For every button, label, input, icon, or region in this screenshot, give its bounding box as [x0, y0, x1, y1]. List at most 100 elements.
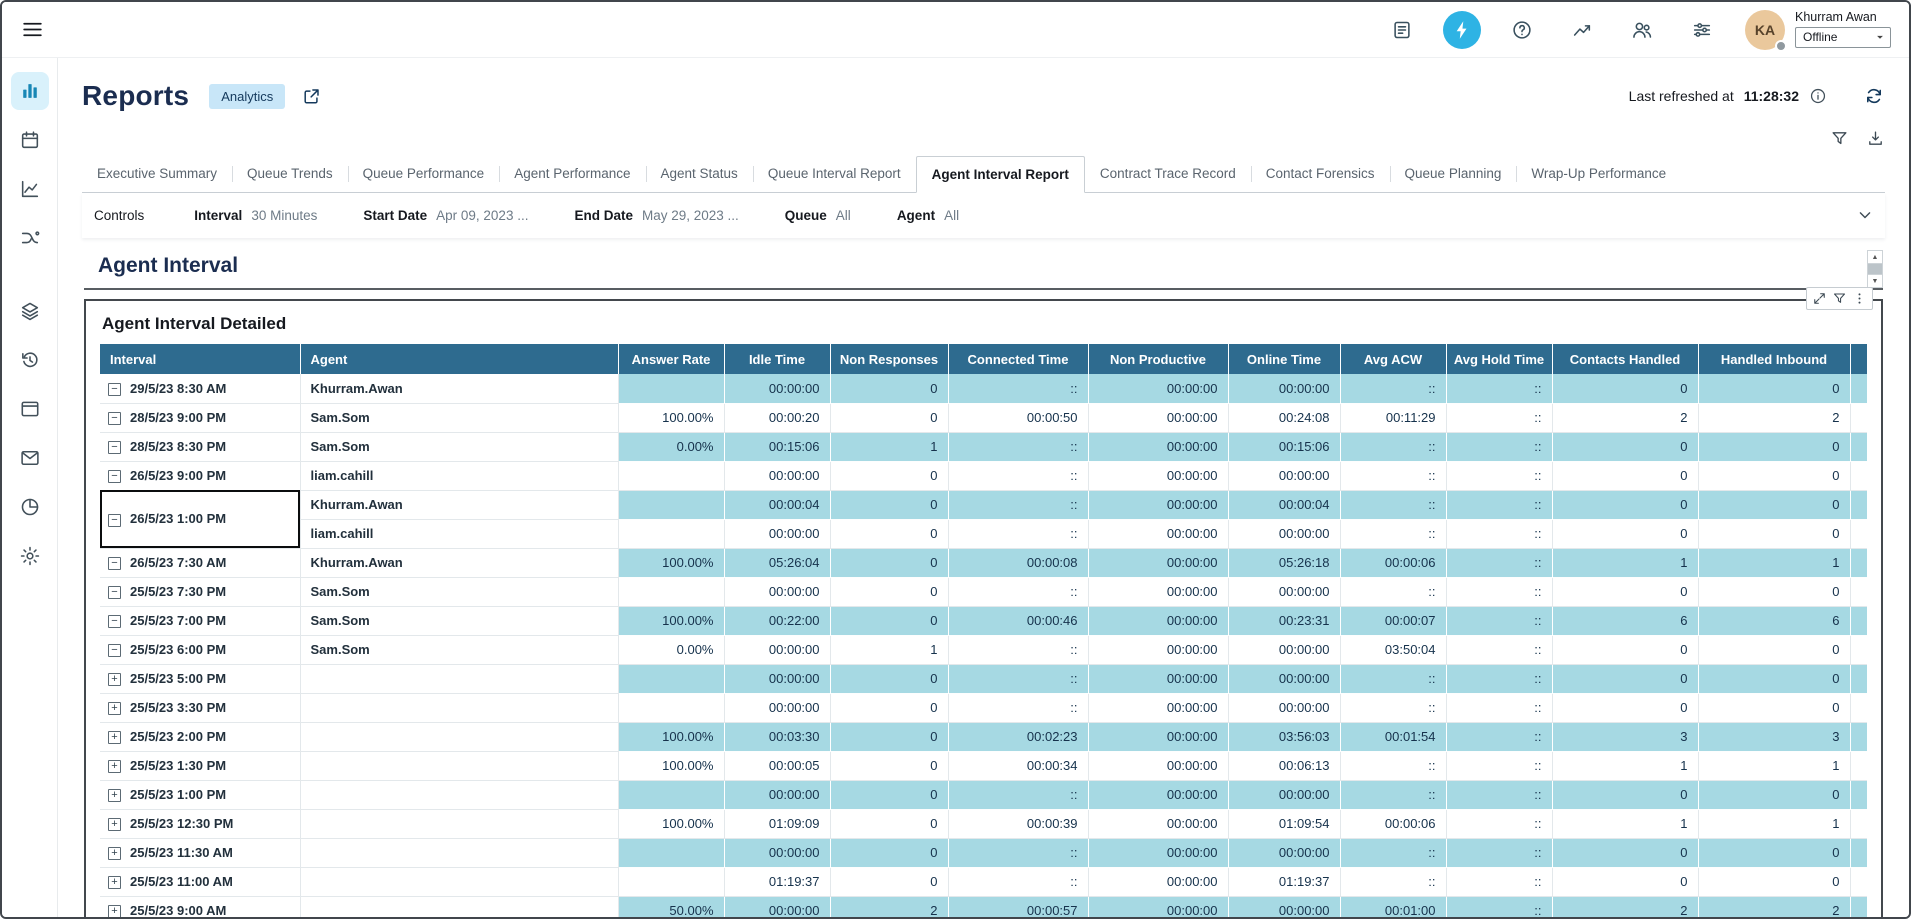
metric-cell[interactable]: ::: [948, 635, 1088, 664]
metric-cell[interactable]: [618, 374, 724, 403]
more-options-button[interactable]: [1852, 291, 1867, 306]
agent-cell[interactable]: Khurram.Awan: [300, 490, 618, 519]
collapse-row-icon[interactable]: −: [108, 644, 121, 657]
metric-cell[interactable]: 00:00:00: [1088, 664, 1228, 693]
metric-cell[interactable]: 00:00:00: [724, 461, 830, 490]
metric-cell[interactable]: [618, 693, 724, 722]
metric-cell[interactable]: 00:00:00: [1088, 461, 1228, 490]
metric-cell[interactable]: ::: [1446, 780, 1552, 809]
metric-cell[interactable]: [1850, 374, 1867, 403]
metric-cell[interactable]: 00:00:00: [1088, 374, 1228, 403]
metric-cell[interactable]: 0: [1552, 519, 1698, 548]
agent-cell[interactable]: Sam.Som: [300, 635, 618, 664]
metric-cell[interactable]: 00:00:00: [1088, 519, 1228, 548]
interval-cell[interactable]: +25/5/23 11:30 AM: [100, 838, 300, 867]
info-button[interactable]: [1809, 87, 1827, 105]
expand-row-icon[interactable]: +: [108, 702, 121, 715]
interval-cell[interactable]: +25/5/23 2:00 PM: [100, 722, 300, 751]
metric-cell[interactable]: 00:00:00: [724, 693, 830, 722]
metric-cell[interactable]: ::: [1340, 664, 1446, 693]
metric-cell[interactable]: 00:00:00: [1088, 780, 1228, 809]
metric-cell[interactable]: ::: [948, 780, 1088, 809]
metric-cell[interactable]: 00:00:00: [1088, 693, 1228, 722]
metric-cell[interactable]: 1: [1552, 809, 1698, 838]
collapse-row-icon[interactable]: −: [108, 412, 121, 425]
metric-cell[interactable]: 0: [1698, 577, 1850, 606]
metric-cell[interactable]: [1850, 403, 1867, 432]
metric-cell[interactable]: 1: [830, 432, 948, 461]
interval-cell[interactable]: +25/5/23 1:30 PM: [100, 751, 300, 780]
vertical-scrollbar[interactable]: ▲ ▼: [1867, 250, 1883, 288]
tab-queue-trends[interactable]: Queue Trends: [232, 156, 348, 192]
agent-cell[interactable]: liam.cahill: [300, 519, 618, 548]
tab-executive-summary[interactable]: Executive Summary: [82, 156, 232, 192]
metric-cell[interactable]: 00:15:06: [724, 432, 830, 461]
metric-cell[interactable]: ::: [1446, 867, 1552, 896]
metric-cell[interactable]: 0: [1698, 780, 1850, 809]
metric-cell[interactable]: 00:00:00: [724, 519, 830, 548]
tab-agent-status[interactable]: Agent Status: [646, 156, 753, 192]
expand-row-icon[interactable]: +: [108, 673, 121, 686]
metric-cell[interactable]: ::: [1446, 635, 1552, 664]
table-row[interactable]: +25/5/23 11:30 AM00:00:000::00:00:0000:0…: [100, 838, 1867, 867]
collapse-row-icon[interactable]: −: [108, 514, 121, 527]
metric-cell[interactable]: ::: [948, 432, 1088, 461]
metric-cell[interactable]: [618, 461, 724, 490]
metric-cell[interactable]: 00:03:30: [724, 722, 830, 751]
metric-cell[interactable]: ::: [1340, 838, 1446, 867]
metric-cell[interactable]: 00:00:04: [724, 490, 830, 519]
metric-cell[interactable]: ::: [1340, 374, 1446, 403]
metric-cell[interactable]: 1: [1698, 809, 1850, 838]
metric-cell[interactable]: 6: [1552, 606, 1698, 635]
metric-cell[interactable]: 00:00:50: [948, 403, 1088, 432]
sidebar-item-apps[interactable]: [11, 390, 49, 428]
filter-start-date[interactable]: Start DateApr 09, 2023 ...: [363, 208, 528, 223]
metric-cell[interactable]: 00:15:06: [1228, 432, 1340, 461]
metric-cell[interactable]: 6: [1698, 606, 1850, 635]
metric-cell[interactable]: 00:00:00: [1088, 838, 1228, 867]
agent-cell[interactable]: [300, 693, 618, 722]
column-header-agent[interactable]: Agent: [300, 344, 618, 374]
collapse-row-icon[interactable]: −: [108, 383, 121, 396]
agent-cell[interactable]: [300, 664, 618, 693]
metric-cell[interactable]: [1850, 490, 1867, 519]
metric-cell[interactable]: [1850, 664, 1867, 693]
metric-cell[interactable]: 00:00:57: [948, 896, 1088, 919]
metric-cell[interactable]: ::: [1446, 548, 1552, 577]
column-header-handled-inbound[interactable]: Handled Inbound: [1698, 344, 1850, 374]
metric-cell[interactable]: 0: [1698, 838, 1850, 867]
metric-cell[interactable]: [618, 490, 724, 519]
agent-cell[interactable]: [300, 838, 618, 867]
tab-queue-planning[interactable]: Queue Planning: [1390, 156, 1517, 192]
metric-cell[interactable]: 2: [1552, 896, 1698, 919]
metric-cell[interactable]: 0: [1552, 461, 1698, 490]
filter-button[interactable]: [1830, 129, 1849, 148]
interval-cell[interactable]: −28/5/23 9:00 PM: [100, 403, 300, 432]
metric-cell[interactable]: [1850, 432, 1867, 461]
table-row[interactable]: −25/5/23 6:00 PMSam.Som0.00%00:00:001::0…: [100, 635, 1867, 664]
sidebar-item-calendar[interactable]: [11, 121, 49, 159]
metric-cell[interactable]: 00:00:39: [948, 809, 1088, 838]
table-row[interactable]: +25/5/23 1:30 PM100.00%00:00:05000:00:34…: [100, 751, 1867, 780]
metric-cell[interactable]: 00:24:08: [1228, 403, 1340, 432]
column-header-interval[interactable]: Interval: [100, 344, 300, 374]
metric-cell[interactable]: 00:22:00: [724, 606, 830, 635]
metric-cell[interactable]: ::: [1446, 809, 1552, 838]
metric-cell[interactable]: 3: [1552, 722, 1698, 751]
metric-cell[interactable]: [618, 664, 724, 693]
expand-row-icon[interactable]: +: [108, 876, 121, 889]
metric-cell[interactable]: ::: [1446, 374, 1552, 403]
metric-cell[interactable]: 00:00:00: [724, 780, 830, 809]
metric-cell[interactable]: ::: [948, 490, 1088, 519]
agent-cell[interactable]: Khurram.Awan: [300, 548, 618, 577]
agent-cell[interactable]: Sam.Som: [300, 403, 618, 432]
user-menu[interactable]: KA Khurram Awan Offline: [1745, 10, 1891, 50]
notes-button[interactable]: [1383, 11, 1421, 49]
agent-cell[interactable]: Sam.Som: [300, 432, 618, 461]
interval-cell[interactable]: −29/5/23 8:30 AM: [100, 374, 300, 403]
metric-cell[interactable]: 00:00:00: [1228, 635, 1340, 664]
metric-cell[interactable]: 0: [1698, 432, 1850, 461]
metric-cell[interactable]: 0: [1552, 693, 1698, 722]
table-row[interactable]: +25/5/23 3:30 PM00:00:000::00:00:0000:00…: [100, 693, 1867, 722]
metric-cell[interactable]: ::: [1340, 693, 1446, 722]
